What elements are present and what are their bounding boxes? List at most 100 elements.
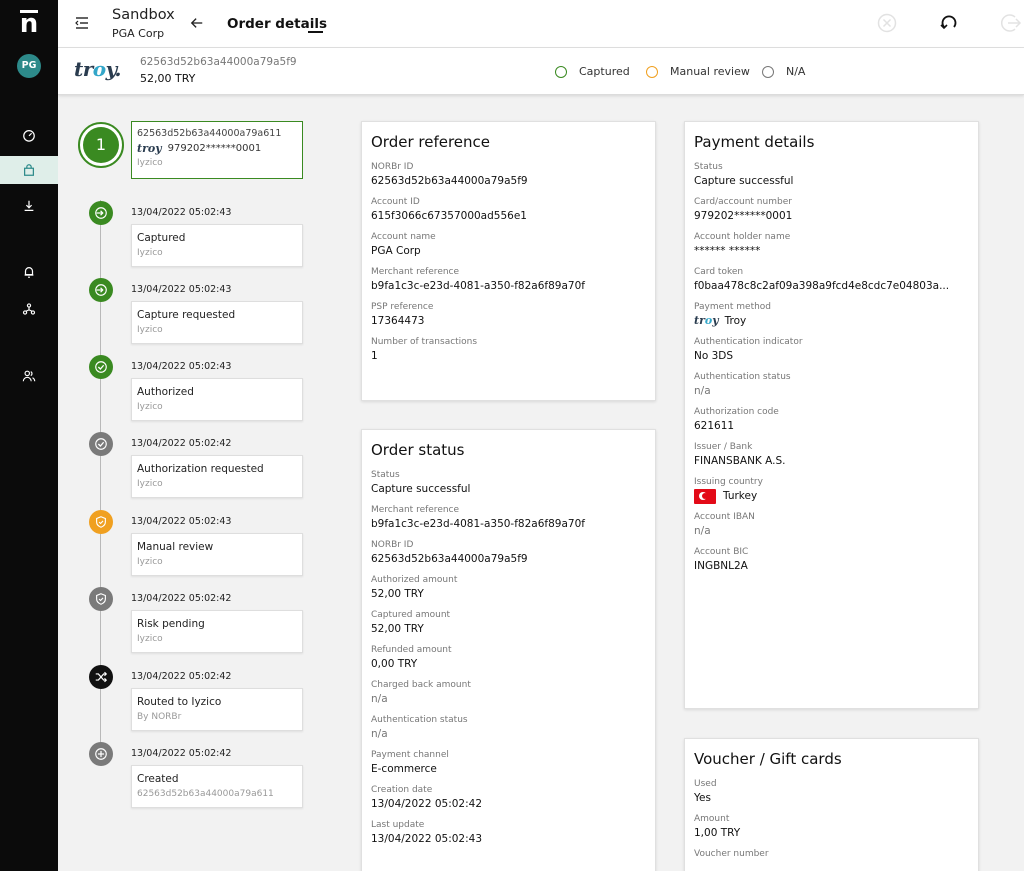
nav-dashboard[interactable]	[0, 121, 58, 149]
page-title: Order details	[227, 16, 327, 32]
legend-manual-review: Manual review	[646, 65, 750, 78]
timeline-event-card[interactable]: Manual review Iyzico	[131, 533, 303, 576]
event-title: Manual review	[137, 541, 214, 553]
field-value: 62563d52b63a44000a79a5f9	[371, 175, 528, 187]
field-label: Last update	[371, 820, 425, 830]
field-label: Card token	[694, 267, 744, 277]
event-date: 13/04/2022 05:02:43	[131, 516, 232, 527]
payment-details-panel: Payment details Status Capture successful…	[684, 121, 979, 709]
nav-workflow[interactable]	[0, 295, 58, 323]
panel-title: Voucher / Gift cards	[694, 750, 842, 768]
field-label: Payment channel	[371, 750, 449, 760]
timeline-event-card[interactable]: Risk pending Iyzico	[131, 610, 303, 653]
field-value: ****** ******	[694, 245, 761, 257]
field-label: Issuing country	[694, 477, 763, 487]
transaction-id: 62563d52b63a44000a79a611	[137, 128, 282, 139]
field-value: FINANSBANK A.S.	[694, 455, 786, 467]
nav-orders[interactable]	[0, 156, 58, 184]
shuffle-icon	[89, 665, 113, 689]
event-title: Captured	[137, 232, 186, 244]
field-value: 17364473	[371, 315, 425, 327]
exit-icon[interactable]	[1000, 12, 1022, 34]
field-value: 979202******0001	[694, 210, 793, 222]
event-subtitle: Iyzico	[137, 325, 163, 335]
legend-label: Manual review	[670, 65, 750, 78]
summary-amount: 52,00 TRY	[140, 72, 196, 85]
timeline-event-card[interactable]: Capture requested Iyzico	[131, 301, 303, 344]
shield-check-icon	[89, 510, 113, 534]
menu-collapse-icon[interactable]	[74, 15, 90, 31]
back-arrow-icon[interactable]	[190, 16, 204, 30]
event-date: 13/04/2022 05:02:42	[131, 748, 232, 759]
field-label: Authentication indicator	[694, 337, 803, 347]
field-label: Authorization code	[694, 407, 779, 417]
timeline-event-card[interactable]: Authorization requested Iyzico	[131, 455, 303, 498]
plus-icon	[89, 742, 113, 766]
field-label: Authentication status	[694, 372, 791, 382]
field-value: 1	[371, 350, 378, 362]
field-value: 13/04/2022 05:02:42	[371, 798, 483, 810]
left-nav-rail: n PG	[0, 0, 58, 871]
field-value: PGA Corp	[371, 245, 421, 257]
user-avatar[interactable]: PG	[17, 54, 41, 78]
status-dot-icon	[555, 65, 567, 78]
timeline-event-card[interactable]: Created 62563d52b63a44000a79a611	[131, 765, 303, 808]
field-value: 1,00 TRY	[694, 827, 741, 839]
nav-alerts[interactable]	[0, 258, 58, 286]
field-value: Troy	[724, 315, 747, 327]
field-value: 0,00 TRY	[371, 658, 418, 670]
org-subtitle: PGA Corp	[112, 27, 165, 40]
turkey-flag-icon	[694, 488, 716, 504]
field-label: Charged back amount	[371, 680, 471, 690]
nav-users[interactable]	[0, 362, 58, 390]
field-value: f0baa478c8c2af09a398a9fcd4e8cdc7e04803a.…	[694, 280, 950, 292]
event-subtitle: Iyzico	[137, 634, 163, 644]
event-subtitle: Iyzico	[137, 402, 163, 412]
timeline-event-card[interactable]: Routed to Iyzico By NORBr	[131, 688, 303, 731]
event-date: 13/04/2022 05:02:43	[131, 207, 232, 218]
transaction-number-badge[interactable]: 1	[78, 122, 124, 168]
transaction-card-number: 979202******0001	[167, 143, 262, 154]
field-value: 13/04/2022 05:02:43	[371, 833, 483, 845]
field-value: No 3DS	[694, 350, 734, 362]
field-value: n/a	[371, 693, 388, 705]
field-value: Turkey	[723, 490, 758, 502]
field-value: 62563d52b63a44000a79a5f9	[371, 553, 528, 565]
event-subtitle: Iyzico	[137, 479, 163, 489]
transaction-card[interactable]: 62563d52b63a44000a79a611 troy 979202****…	[131, 121, 303, 179]
event-subtitle: Iyzico	[137, 248, 163, 258]
event-date: 13/04/2022 05:02:43	[131, 361, 232, 372]
troy-mini-logo: troy	[137, 142, 162, 155]
app-logo[interactable]: n	[18, 10, 40, 38]
event-date: 13/04/2022 05:02:42	[131, 593, 232, 604]
event-title: Authorization requested	[137, 463, 264, 475]
refresh-icon[interactable]	[938, 12, 960, 34]
field-label: Captured amount	[371, 610, 451, 620]
field-label: Issuer / Bank	[694, 442, 753, 452]
legend-captured: Captured	[555, 65, 630, 78]
panel-title: Payment details	[694, 133, 815, 151]
event-date: 13/04/2022 05:02:42	[131, 438, 232, 449]
field-label: Used	[694, 779, 717, 789]
field-label: Refunded amount	[371, 645, 452, 655]
org-title: Sandbox	[112, 7, 175, 23]
check-icon	[89, 432, 113, 456]
top-bar: Sandbox PGA Corp Order details	[58, 0, 1024, 48]
timeline-event-card[interactable]: Captured Iyzico	[131, 224, 303, 267]
timeline-event-card[interactable]: Authorized Iyzico	[131, 378, 303, 421]
field-label: Voucher number	[694, 849, 769, 859]
voucher-panel: Voucher / Gift cards Used Yes Amount 1,00 …	[684, 738, 979, 871]
legend-label: N/A	[786, 65, 806, 78]
nav-download[interactable]	[0, 192, 58, 220]
cancel-circle-icon[interactable]	[876, 12, 898, 34]
event-title: Capture requested	[137, 309, 236, 321]
bell-icon	[24, 267, 34, 278]
field-label: Account BIC	[694, 547, 749, 557]
enter-icon	[89, 278, 113, 302]
summary-order-id: 62563d52b63a44000a79a5f9	[140, 56, 297, 68]
field-label: Payment method	[694, 302, 772, 312]
check-icon	[89, 355, 113, 379]
event-subtitle: 62563d52b63a44000a79a611	[137, 789, 274, 799]
transaction-psp: Iyzico	[137, 158, 163, 168]
field-value: n/a	[371, 728, 388, 740]
